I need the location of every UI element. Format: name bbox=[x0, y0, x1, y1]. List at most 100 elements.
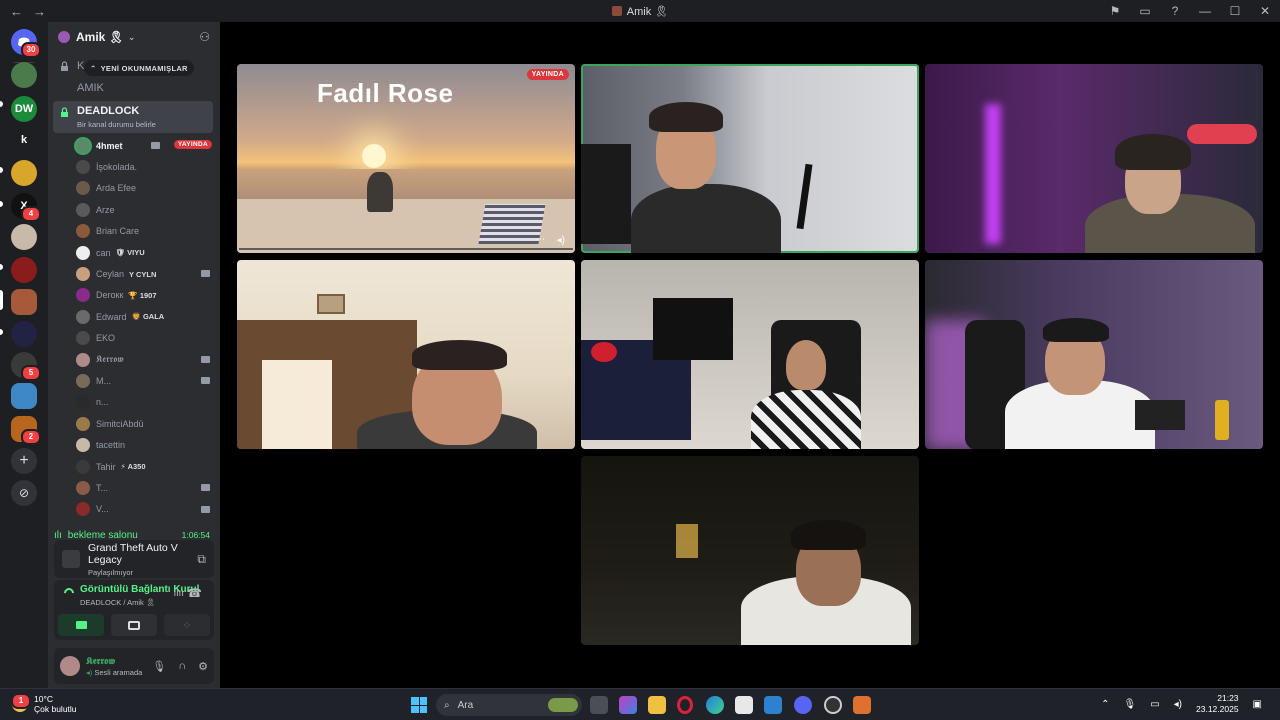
game-icon bbox=[62, 550, 80, 568]
voice-user[interactable]: T... bbox=[76, 477, 216, 498]
server-icon-9[interactable]: 5 bbox=[11, 352, 41, 381]
voice-user[interactable]: tacettin bbox=[76, 434, 216, 455]
user-name: Arda Efee bbox=[96, 183, 137, 194]
headphones-icon[interactable]: ∩ bbox=[178, 660, 186, 673]
clock[interactable]: 21:23 23.12.2025 bbox=[1196, 693, 1239, 715]
app-icon[interactable] bbox=[619, 696, 637, 714]
voice-user[interactable]: V... bbox=[76, 499, 216, 520]
activity-status: Paylaşılmıyor bbox=[88, 567, 134, 577]
server-icon-5[interactable] bbox=[11, 224, 37, 250]
camera-button[interactable] bbox=[58, 614, 104, 636]
voice-user[interactable]: M... bbox=[76, 370, 216, 391]
channel-name: DEADLOCK bbox=[77, 105, 140, 117]
maximize-button[interactable]: ☐ bbox=[1220, 4, 1250, 18]
new-unreads-pill[interactable]: ⌃ YENİ OKUNMAMIŞLAR bbox=[84, 60, 194, 76]
voice-user[interactable]: Arze bbox=[76, 199, 216, 220]
server-icon-amik[interactable] bbox=[11, 289, 37, 315]
task-view-icon[interactable] bbox=[590, 696, 608, 714]
app-icon[interactable] bbox=[824, 696, 842, 714]
stick-shape bbox=[796, 163, 813, 230]
add-member-icon[interactable]: ⚇ bbox=[199, 30, 210, 44]
forward-arrow-icon[interactable]: → bbox=[33, 4, 46, 19]
voice-user[interactable]: EKO bbox=[76, 328, 216, 349]
share-screen-icon[interactable]: ⧉ bbox=[197, 552, 206, 567]
store-icon[interactable] bbox=[735, 696, 753, 714]
notification-icon[interactable]: ▣ bbox=[1253, 699, 1262, 710]
discord-taskbar-icon[interactable] bbox=[794, 696, 812, 714]
video-tile-speaking[interactable] bbox=[581, 64, 919, 253]
app-icon[interactable] bbox=[853, 696, 871, 714]
server-icon-x[interactable]: X4 bbox=[11, 193, 41, 222]
server-header[interactable]: Amik 🎗 ⌄ ⚇ bbox=[48, 22, 220, 52]
minimize-button[interactable]: — bbox=[1190, 4, 1220, 18]
close-button[interactable]: ✕ bbox=[1250, 4, 1280, 18]
activities-button[interactable]: ⁘ bbox=[164, 614, 210, 636]
user-avatar bbox=[76, 288, 90, 303]
voice-user[interactable]: Arda Efee bbox=[76, 178, 216, 199]
user-name[interactable]: 𝕶𝖊𝖗𝖗𝖔𝖜 bbox=[86, 656, 142, 667]
video-tile[interactable] bbox=[237, 260, 575, 449]
server-icon-11[interactable]: 2 bbox=[11, 416, 41, 445]
discover-button[interactable]: ⊘ bbox=[11, 480, 37, 506]
file-explorer-icon[interactable] bbox=[648, 696, 666, 714]
server-icon-8[interactable] bbox=[11, 321, 37, 347]
video-tile[interactable] bbox=[925, 260, 1263, 449]
server-icon-10[interactable] bbox=[11, 383, 37, 409]
voice-user[interactable]: Ceylan Y CYLN bbox=[76, 263, 216, 284]
stream-tile[interactable]: Fadıl Rose YAYINDA ⋯ ◂) bbox=[237, 64, 575, 253]
server-icon-dw[interactable]: DW bbox=[11, 96, 37, 122]
live-badge: YAYINDA bbox=[173, 140, 212, 149]
microphone-icon[interactable]: 🎙 bbox=[152, 660, 166, 673]
network-icon[interactable]: ▭ bbox=[1150, 699, 1159, 710]
voice-user[interactable]: n... bbox=[76, 392, 216, 413]
channel-row[interactable]: AMIK bbox=[54, 79, 214, 97]
voice-user[interactable]: Derокк 🏆 1907 bbox=[76, 285, 216, 306]
voice-user[interactable]: Brian Care bbox=[76, 221, 216, 242]
chevron-up-icon[interactable]: ⌃ bbox=[1101, 699, 1109, 710]
noise-suppression-icon[interactable]: ılıı bbox=[173, 588, 184, 599]
voice-user[interactable]: 𝕶𝖊𝖗𝖗𝖔𝖜 bbox=[76, 349, 216, 370]
mail-icon[interactable] bbox=[764, 696, 782, 714]
new-unreads-label: YENİ OKUNMAMIŞLAR bbox=[100, 63, 188, 73]
screen-share-button[interactable] bbox=[111, 614, 157, 636]
home-button[interactable]: 30 bbox=[11, 29, 41, 58]
voice-user[interactable]: 4hmet YAYINDA bbox=[76, 135, 216, 156]
video-tile[interactable] bbox=[581, 456, 919, 645]
weather-widget[interactable]: 1 10°C Çok bulutlu bbox=[11, 693, 77, 714]
camera-icon bbox=[201, 484, 210, 492]
start-button[interactable] bbox=[411, 697, 427, 713]
inbox-icon[interactable]: ⚑ bbox=[1100, 4, 1130, 18]
voice-user[interactable]: can 🛡 VIYU bbox=[76, 242, 216, 263]
voice-user[interactable]: İşokolada. bbox=[76, 156, 216, 177]
taskbar-search[interactable]: ⌕ Ara bbox=[436, 694, 582, 716]
server-icon-3[interactable] bbox=[11, 160, 37, 186]
voice-user[interactable]: SimitciAbdü bbox=[76, 413, 216, 434]
voice-user[interactable]: Tahir ⚡ A350 bbox=[76, 456, 216, 477]
back-arrow-icon[interactable]: ← bbox=[10, 4, 23, 19]
opera-icon[interactable] bbox=[677, 696, 693, 714]
volume-icon[interactable]: ◂) bbox=[557, 235, 565, 246]
add-server-button[interactable]: + bbox=[11, 448, 37, 474]
server-icon-1[interactable] bbox=[11, 62, 37, 88]
video-tile[interactable] bbox=[925, 64, 1263, 253]
disconnect-icon[interactable]: ☎ bbox=[187, 586, 202, 600]
connection-channel[interactable]: DEADLOCK / Amik 🎗 bbox=[80, 598, 155, 607]
user-avatar[interactable] bbox=[60, 656, 80, 676]
settings-gear-icon[interactable]: ⚙ bbox=[198, 660, 208, 673]
user-name: Tahir bbox=[96, 461, 116, 472]
voice-user[interactable]: Edward 🦁 GALA bbox=[76, 306, 216, 327]
video-tile[interactable] bbox=[581, 260, 919, 449]
active-voice-channel[interactable]: DEADLOCK Bir kanal durumu belirle bbox=[53, 101, 213, 133]
screen-icon[interactable]: ▭ bbox=[1130, 4, 1160, 18]
microphone-icon[interactable]: 🎙 bbox=[1123, 699, 1136, 710]
server-icon-k[interactable]: k bbox=[11, 127, 37, 153]
help-icon[interactable]: ? bbox=[1160, 4, 1190, 18]
server-icon-6[interactable] bbox=[11, 257, 37, 283]
seek-bar[interactable] bbox=[239, 248, 573, 250]
volume-icon[interactable]: ◂) bbox=[1174, 699, 1182, 710]
edge-icon[interactable] bbox=[706, 696, 724, 714]
user-name: Derокк bbox=[96, 290, 124, 301]
more-options-icon[interactable]: ⋯ bbox=[536, 234, 545, 245]
hair-shape bbox=[412, 340, 507, 370]
clock-date: 23.12.2025 bbox=[1196, 704, 1239, 714]
